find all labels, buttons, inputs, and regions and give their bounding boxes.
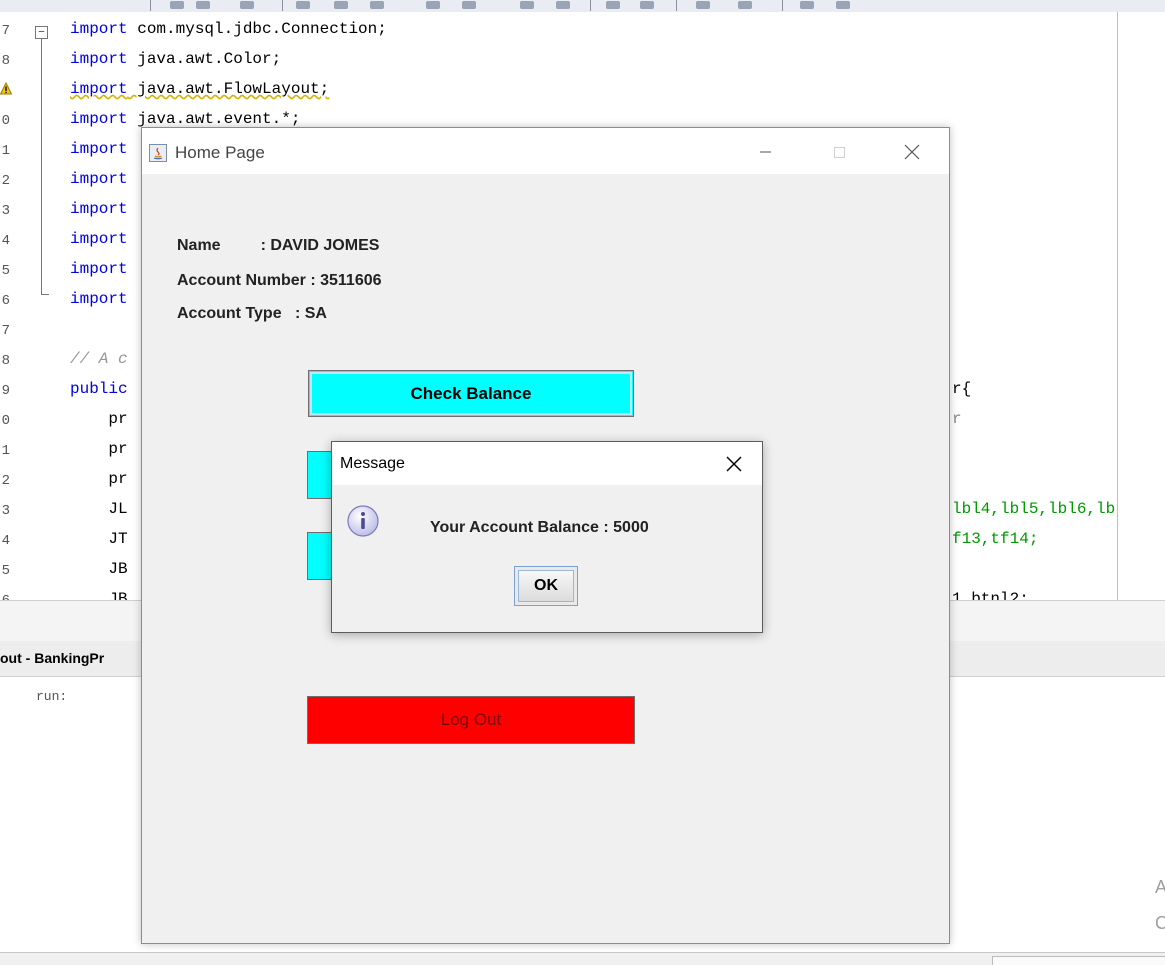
toolbar-button[interactable] <box>170 1 184 9</box>
line-number: 0 <box>1 413 10 429</box>
line-number: 0 <box>1 113 10 129</box>
toolbar-button[interactable] <box>462 1 476 9</box>
maximize-icon[interactable] <box>822 138 858 166</box>
java-icon <box>149 144 167 162</box>
output-tab[interactable]: out - BankingPr <box>0 650 104 666</box>
line-number: 7 <box>1 23 10 39</box>
code-line: import <box>70 290 128 308</box>
close-icon[interactable] <box>894 138 930 166</box>
minimize-icon[interactable] <box>747 138 783 166</box>
code-fragment: 1,btnl2; <box>952 590 1029 600</box>
console-run-text: run: <box>36 689 68 704</box>
code-line: pr <box>70 440 128 458</box>
toolbar-separator <box>676 0 677 11</box>
toolbar-button[interactable] <box>640 1 654 9</box>
close-icon[interactable] <box>724 454 744 474</box>
toolbar-button[interactable] <box>800 1 814 9</box>
code-fragment: lbl4,lbl5,lbl6,lb <box>952 500 1116 518</box>
toolbar-separator <box>782 0 783 11</box>
code-line: import com.mysql.jdbc.Connection; <box>70 20 387 38</box>
logout-button[interactable]: Log Out <box>307 696 635 744</box>
code-fragment: f13,tf14; <box>952 530 1039 548</box>
code-line: public <box>70 380 128 398</box>
code-line: import <box>70 260 128 278</box>
line-number-gutter: 7 8 1 2 3 4 5 6 7 8 9 0 1 2 3 4 5 6 0 <box>0 12 28 600</box>
window-title: Home Page <box>175 143 265 162</box>
toolbar-button[interactable] <box>370 1 384 9</box>
line-number: 8 <box>1 53 10 69</box>
code-line: pr <box>70 410 128 428</box>
toolbar-button[interactable] <box>426 1 440 9</box>
code-line: import <box>70 200 128 218</box>
line-number: 7 <box>1 323 10 339</box>
line-number: 4 <box>1 533 10 549</box>
toolbar-separator <box>282 0 283 11</box>
toolbar-separator <box>150 0 151 11</box>
message-dialog: Message Your Account Balance : 5000 OK <box>331 441 763 633</box>
code-line: import java.awt.FlowLayout; <box>70 80 330 98</box>
code-line: import <box>70 140 128 158</box>
line-number: 5 <box>1 563 10 579</box>
code-fragment: r <box>952 410 962 428</box>
code-fragment: r{ <box>952 380 972 398</box>
code-line: import java.awt.Color; <box>70 50 282 68</box>
toolbar-button[interactable] <box>520 1 534 9</box>
line-number: 6 <box>0 586 10 600</box>
toolbar-button[interactable] <box>296 1 310 9</box>
ok-button-label: OK <box>518 570 574 602</box>
toolbar-button[interactable] <box>836 1 850 9</box>
toolbar-button[interactable] <box>240 1 254 9</box>
watermark-text: A <box>1155 877 1165 897</box>
line-number: 2 <box>1 173 10 189</box>
account-number-label: Account Number : 3511606 <box>177 272 382 289</box>
info-icon <box>347 505 379 537</box>
fold-guide <box>41 39 42 295</box>
toolbar-separator <box>590 0 591 11</box>
dialog-title: Message <box>340 455 405 472</box>
line-number: 4 <box>1 233 10 249</box>
line-number: 3 <box>1 203 10 219</box>
line-number: 9 <box>1 383 10 399</box>
code-comment: // A c <box>70 350 128 368</box>
name-label: Name : DAVID JOMES <box>177 237 380 254</box>
toolbar-button[interactable] <box>556 1 570 9</box>
code-line: JB <box>70 590 128 600</box>
toolbar-button[interactable] <box>334 1 348 9</box>
line-number: 1 <box>1 143 10 159</box>
right-margin-guide <box>1117 12 1118 600</box>
line-number: 8 <box>1 353 10 369</box>
code-line: JB <box>70 560 128 578</box>
account-type-label: Account Type : SA <box>177 305 327 322</box>
code-line: import <box>70 230 128 248</box>
code-line: pr <box>70 470 128 488</box>
code-line: JL <box>70 500 128 518</box>
toolbar-button[interactable] <box>696 1 710 9</box>
line-number: 1 <box>1 443 10 459</box>
code-line: JT <box>70 530 128 548</box>
window-title-bar[interactable]: Home Page <box>142 128 949 174</box>
status-bar <box>0 952 1165 965</box>
fold-guide-end <box>41 294 49 295</box>
line-number: 5 <box>1 263 10 279</box>
line-number: 3 <box>1 503 10 519</box>
dialog-title-bar[interactable]: Message <box>332 442 762 485</box>
watermark-text: C <box>1155 913 1165 933</box>
ok-button[interactable]: OK <box>514 566 578 606</box>
toolbar-button[interactable] <box>196 1 210 9</box>
code-line: import <box>70 170 128 188</box>
check-balance-button[interactable]: Check Balance <box>308 370 634 417</box>
fold-toggle[interactable]: − <box>35 26 48 39</box>
line-number: 2 <box>1 473 10 489</box>
warning-icon[interactable] <box>0 82 12 96</box>
toolbar-button[interactable] <box>606 1 620 9</box>
balance-message: Your Account Balance : 5000 <box>430 519 649 536</box>
line-number: 6 <box>1 293 10 309</box>
toolbar-button[interactable] <box>738 1 752 9</box>
